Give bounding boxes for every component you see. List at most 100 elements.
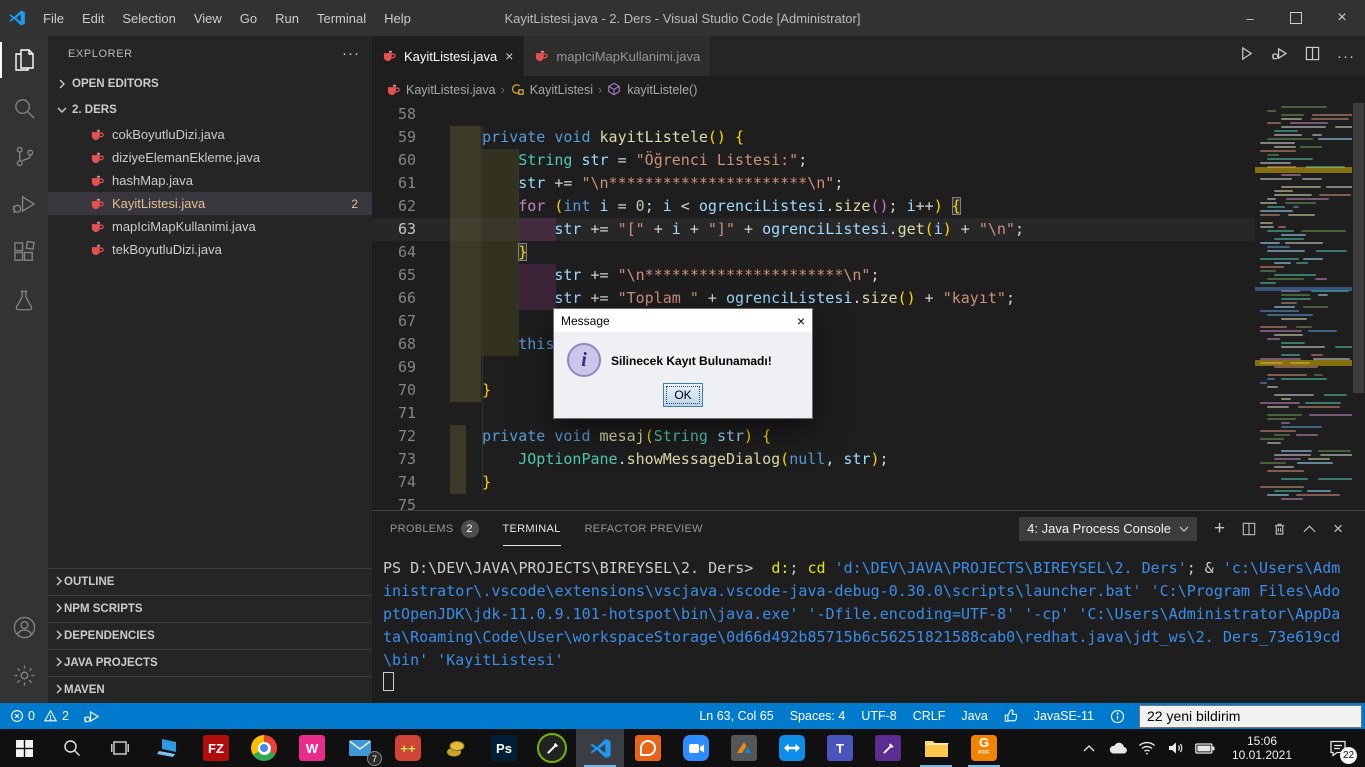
taskbar-app-gaaiho-pdf[interactable]: GPDF: [960, 729, 1008, 767]
code-line[interactable]: 72 private void mesaj(String str) {: [372, 425, 1255, 448]
tab-KayitListesi.java[interactable]: KayitListesi.java×: [372, 36, 524, 76]
split-terminal-icon[interactable]: [1242, 522, 1256, 536]
line-number[interactable]: 60: [372, 149, 446, 172]
file-item[interactable]: tekBoyutluDizi.java: [48, 238, 372, 261]
code-editor[interactable]: 5859 private void kayitListele() {60 Str…: [372, 103, 1255, 510]
start-button[interactable]: [0, 729, 48, 767]
code-line[interactable]: 62 for (int i = 0; i < ogrenciListesi.si…: [372, 195, 1255, 218]
file-item[interactable]: cokBoyutluDizi.java: [48, 123, 372, 146]
wifi-icon[interactable]: [1132, 729, 1161, 767]
section-java-projects[interactable]: JAVA PROJECTS: [48, 649, 372, 676]
file-item[interactable]: KayitListesi.java2: [48, 192, 372, 215]
code-line[interactable]: 67: [372, 310, 1255, 333]
code-line[interactable]: 68 this: [372, 333, 1255, 356]
new-terminal-icon[interactable]: +: [1214, 518, 1225, 540]
onedrive-icon[interactable]: [1103, 729, 1132, 767]
line-number[interactable]: 74: [372, 471, 446, 494]
thumbs-up-icon[interactable]: [1004, 709, 1018, 723]
activity-extensions-icon[interactable]: [0, 228, 48, 276]
more-actions-icon[interactable]: ···: [1337, 48, 1355, 65]
taskbar-app-screentogif[interactable]: [528, 729, 576, 767]
line-number[interactable]: 62: [372, 195, 446, 218]
taskbar-app-vscode[interactable]: [576, 729, 624, 767]
breadcrumb-item[interactable]: KayitListesi: [510, 82, 593, 97]
close-tab-icon[interactable]: ×: [505, 48, 513, 64]
search-button[interactable]: [48, 729, 96, 767]
code-line[interactable]: 71: [372, 402, 1255, 425]
dialog-titlebar[interactable]: Message ×: [554, 309, 812, 332]
code-line[interactable]: 65 str += "\n**********************\n";: [372, 264, 1255, 287]
taskbar-app-vmware[interactable]: [720, 729, 768, 767]
line-number[interactable]: 69: [372, 356, 446, 379]
line-number[interactable]: 70: [372, 379, 446, 402]
debug-run-icon[interactable]: [1271, 46, 1288, 66]
code-line[interactable]: 61 str += "\n**********************\n";: [372, 172, 1255, 195]
notification-center-icon[interactable]: 22: [1315, 729, 1361, 767]
tab-mapIciMapKullanimi.java[interactable]: mapIciMapKullanimi.java: [524, 36, 711, 76]
line-number[interactable]: 59: [372, 126, 446, 149]
split-editor-icon[interactable]: [1305, 46, 1320, 66]
activity-account-icon[interactable]: [0, 603, 48, 651]
status-item[interactable]: CRLF: [913, 709, 946, 723]
taskbar-app-filezilla[interactable]: FZ: [192, 729, 240, 767]
taskbar-app-phone-tool[interactable]: ++: [384, 729, 432, 767]
taskbar-app-mail[interactable]: 7: [336, 729, 384, 767]
activity-testing-icon[interactable]: [0, 276, 48, 324]
scrollbar-thumb[interactable]: [1353, 103, 1364, 393]
section-outline[interactable]: OUTLINE: [48, 568, 372, 595]
taskbar-app-chrome[interactable]: [240, 729, 288, 767]
code-line[interactable]: 75: [372, 494, 1255, 510]
battery-icon[interactable]: [1190, 729, 1219, 767]
minimize-icon[interactable]: –: [1227, 0, 1273, 36]
line-number[interactable]: 67: [372, 310, 446, 333]
line-number[interactable]: 72: [372, 425, 446, 448]
taskbar-app-screenshot-tool[interactable]: [624, 729, 672, 767]
line-number[interactable]: 66: [372, 287, 446, 310]
activity-settings-icon[interactable]: [0, 651, 48, 699]
line-number[interactable]: 58: [372, 103, 446, 126]
line-number[interactable]: 73: [372, 448, 446, 471]
file-item[interactable]: hashMap.java: [48, 169, 372, 192]
minimap[interactable]: [1255, 103, 1352, 510]
code-line[interactable]: 59 private void kayitListele() {: [372, 126, 1255, 149]
folder-section[interactable]: 2. DERS: [48, 97, 372, 123]
activity-run-and-debug-icon[interactable]: [0, 180, 48, 228]
code-line[interactable]: 70 }: [372, 379, 1255, 402]
taskbar-app-teamviewer[interactable]: [768, 729, 816, 767]
menu-item-file[interactable]: File: [34, 0, 73, 36]
terminal-selector-dropdown[interactable]: 4: Java Process Console: [1019, 517, 1197, 541]
status-item[interactable]: Spaces: 4: [790, 709, 846, 723]
menu-item-run[interactable]: Run: [266, 0, 308, 36]
close-icon[interactable]: ×: [1319, 0, 1365, 36]
menu-item-go[interactable]: Go: [231, 0, 266, 36]
taskbar-clock[interactable]: 15:06 10.01.2021: [1223, 734, 1301, 762]
menu-item-help[interactable]: Help: [375, 0, 420, 36]
line-number[interactable]: 68: [372, 333, 446, 356]
code-line[interactable]: 63 str += "[" + i + "]" + ogrenciListesi…: [372, 218, 1255, 241]
section-npm-scripts[interactable]: NPM SCRIPTS: [48, 595, 372, 622]
code-line[interactable]: 74 }: [372, 471, 1255, 494]
code-line[interactable]: 64 }: [372, 241, 1255, 264]
debug-status-icon[interactable]: [83, 709, 100, 724]
line-number[interactable]: 63: [372, 218, 446, 241]
menu-item-terminal[interactable]: Terminal: [308, 0, 375, 36]
close-panel-icon[interactable]: ×: [1333, 519, 1343, 539]
taskbar-app-zoom[interactable]: [672, 729, 720, 767]
volume-icon[interactable]: [1161, 729, 1190, 767]
file-item[interactable]: mapIciMapKullanimi.java: [48, 215, 372, 238]
kill-terminal-icon[interactable]: [1273, 522, 1286, 536]
code-line[interactable]: 58: [372, 103, 1255, 126]
taskbar-app-pen-tool[interactable]: [864, 729, 912, 767]
menu-item-view[interactable]: View: [185, 0, 231, 36]
maximize-panel-icon[interactable]: [1303, 524, 1316, 533]
breadcrumb-item[interactable]: kayitListele(): [607, 82, 697, 97]
code-line[interactable]: 60 String str = "Öğrenci Listesi:";: [372, 149, 1255, 172]
dialog-close-icon[interactable]: ×: [797, 313, 805, 329]
activity-source-control-icon[interactable]: [0, 132, 48, 180]
taskbar-app-file-explorer[interactable]: [912, 729, 960, 767]
tray-expand-icon[interactable]: [1074, 729, 1103, 767]
problems-status[interactable]: 0 2: [10, 709, 69, 723]
code-line[interactable]: 73 JOptionPane.showMessageDialog(null, s…: [372, 448, 1255, 471]
line-number[interactable]: 64: [372, 241, 446, 264]
line-number[interactable]: 65: [372, 264, 446, 287]
